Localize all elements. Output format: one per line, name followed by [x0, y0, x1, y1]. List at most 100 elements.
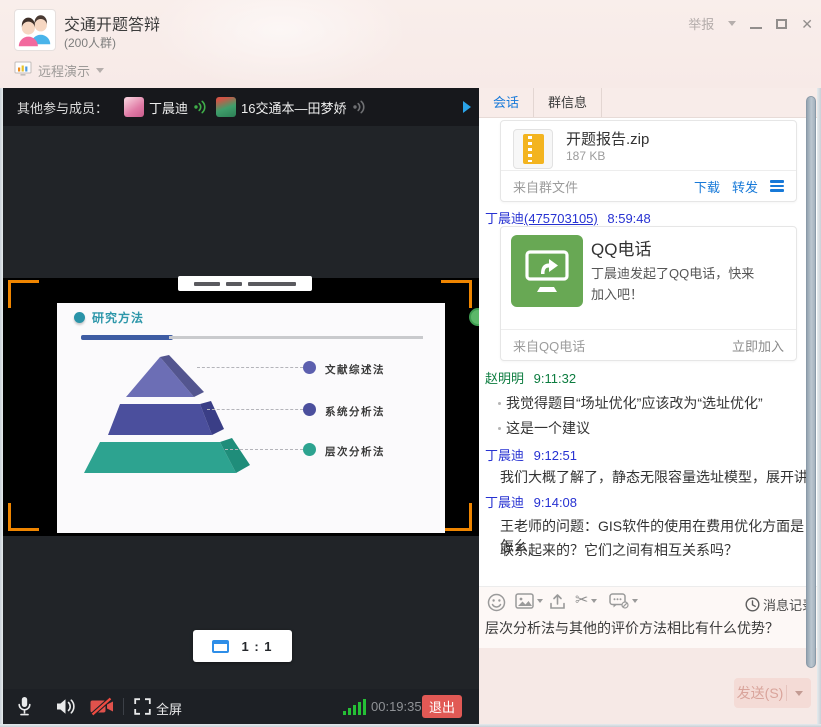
ratio-label: 1 : 1	[241, 639, 272, 654]
exit-call-button[interactable]: 退出	[422, 695, 462, 718]
fullscreen-label[interactable]: 全屏	[156, 699, 182, 718]
participant-name: 16交通本—田梦娇	[241, 98, 346, 117]
chat-message: 这是一个建议	[506, 418, 590, 438]
chat-footer: 发送(S)	[479, 648, 817, 724]
chat-message: 我觉得题目“场址优化”应该改为“选址优化”	[506, 393, 763, 413]
image-icon	[515, 593, 534, 609]
diagram-label: 文献综述法	[325, 362, 385, 377]
minimize-button[interactable]	[750, 27, 762, 29]
expand-members-arrow-icon[interactable]	[463, 101, 471, 113]
image-button[interactable]	[515, 593, 543, 609]
chat-tabs: 会话 群信息	[479, 88, 817, 118]
shared-slide: 研究方法 文献综述法 系统分析法 层次分析法	[57, 303, 445, 533]
message-time: 9:11:32	[534, 371, 576, 386]
slide-rule-accent	[81, 335, 173, 340]
connector-line	[225, 449, 303, 450]
join-call-link[interactable]: 立即加入	[732, 336, 784, 355]
call-card-desc: 丁晨迪发起了QQ电话，快来加入吧！	[591, 263, 767, 305]
participants-label: 其他参与成员：	[17, 98, 108, 117]
sender-name[interactable]: 丁晨迪	[485, 211, 524, 226]
chevron-down-icon	[96, 68, 104, 73]
forward-link[interactable]: 转发	[732, 177, 758, 196]
avatar	[216, 97, 236, 117]
muted-audio-icon	[352, 100, 367, 114]
chat-bubble-icon	[609, 593, 629, 609]
participant-item[interactable]: 丁晨迪	[124, 97, 208, 117]
sender-name[interactable]: 赵明明	[485, 371, 524, 386]
speaking-audio-icon	[193, 100, 208, 114]
report-button[interactable]: 举报	[688, 14, 714, 33]
connector-line	[207, 409, 303, 410]
window-header: 交通开题答辩 (200人群) 远程演示 举报 ✕	[0, 0, 821, 88]
upload-icon	[549, 593, 566, 610]
close-button[interactable]: ✕	[801, 17, 813, 31]
call-control-bar: 全屏 00:19:35 退出	[3, 689, 479, 724]
diagram-label: 层次分析法	[325, 444, 385, 459]
presentation-icon	[14, 61, 32, 80]
message-time: 9:12:51	[534, 448, 577, 463]
sender-uid[interactable]: (475703105)	[524, 211, 598, 226]
chevron-down-icon[interactable]	[537, 599, 543, 603]
qq-group-call-window: 交通开题答辩 (200人群) 远程演示 举报 ✕ 其他参与	[0, 0, 821, 727]
file-size: 187 KB	[566, 149, 605, 163]
camera-off-button[interactable]	[89, 689, 114, 724]
video-panel: 研究方法 文献综述法 系统分析法 层次分析法 1	[3, 126, 479, 689]
connector-line	[197, 367, 303, 368]
diagram-bullet-dot	[303, 361, 316, 374]
message-sender-line: 丁晨迪(475703105) 8:59:48	[485, 208, 651, 227]
sender-name[interactable]: 丁晨迪	[485, 495, 524, 510]
diagram-bullet-dot	[303, 443, 316, 456]
bullet-dot	[498, 402, 501, 405]
fullscreen-button[interactable]	[134, 689, 151, 724]
participant-item[interactable]: 16交通本—田梦娇	[216, 97, 366, 117]
message-history-button[interactable]: 消息记录	[745, 595, 815, 614]
report-chevron-icon[interactable]	[728, 21, 736, 26]
tab-conversation[interactable]: 会话	[479, 88, 533, 117]
chat-panel: 会话 群信息 开题报告.zip 187 KB 来自群文件 下载 转发 丁晨迪(4…	[479, 88, 817, 724]
file-message-card: 开题报告.zip 187 KB 来自群文件 下载 转发	[500, 120, 797, 202]
download-link[interactable]: 下载	[694, 177, 720, 196]
chat-message: 我们大概了解了，静态无限容量选址模型，展开讲一讲	[500, 467, 812, 487]
message-sender-line: 丁晨迪 9:14:08	[485, 492, 577, 511]
microphone-icon	[17, 696, 32, 717]
group-member-count: (200人群)	[64, 34, 116, 51]
send-button[interactable]: 发送(S)	[734, 678, 811, 708]
qq-call-icon	[511, 235, 583, 307]
clock-icon	[745, 597, 760, 612]
qq-call-card: QQ电话 丁晨迪发起了QQ电话，快来加入吧！ 来自QQ电话 立即加入	[500, 226, 797, 361]
remote-demo-button[interactable]: 远程演示	[14, 60, 104, 80]
sender-name[interactable]: 丁晨迪	[485, 448, 524, 463]
diagram-label: 系统分析法	[325, 404, 385, 419]
message-input[interactable]: 层次分析法与其他的评价方法相比有什么优势？	[485, 618, 811, 638]
microphone-button[interactable]	[17, 689, 32, 724]
emoji-button[interactable]	[487, 593, 506, 612]
window-ratio-icon	[212, 640, 229, 653]
chevron-down-icon[interactable]	[591, 599, 597, 603]
message-time: 9:14:08	[534, 495, 577, 510]
screenshot-button[interactable]: ✂	[575, 593, 597, 609]
slide-title: 研究方法	[92, 309, 144, 326]
slide-rule	[169, 336, 423, 339]
camera-off-icon	[89, 697, 114, 716]
tab-group-info[interactable]: 群信息	[533, 88, 602, 117]
file-menu-icon[interactable]	[770, 180, 784, 192]
message-settings-button[interactable]	[609, 593, 638, 609]
send-file-button[interactable]	[549, 593, 566, 610]
slide-title-dot	[74, 312, 85, 323]
smiley-icon	[487, 593, 506, 612]
chevron-down-icon[interactable]	[632, 599, 638, 603]
group-title: 交通开题答辩	[64, 11, 160, 35]
group-avatar[interactable]	[14, 9, 56, 51]
window-border	[0, 88, 3, 724]
call-source-label: 来自QQ电话	[513, 336, 585, 355]
chat-scrollbar-thumb[interactable]	[806, 96, 816, 668]
maximize-button[interactable]	[776, 19, 787, 29]
speaker-icon	[55, 698, 76, 715]
ratio-1-1-button[interactable]: 1 : 1	[193, 630, 292, 662]
signal-strength-indicator	[343, 698, 366, 715]
chat-message: 联系起来的？它们之间有相互关系吗？	[500, 540, 738, 560]
send-options-button[interactable]	[787, 691, 811, 696]
speaker-button[interactable]	[55, 689, 76, 724]
share-notification-pill	[178, 276, 312, 291]
message-sender-line: 丁晨迪 9:12:51	[485, 445, 577, 464]
